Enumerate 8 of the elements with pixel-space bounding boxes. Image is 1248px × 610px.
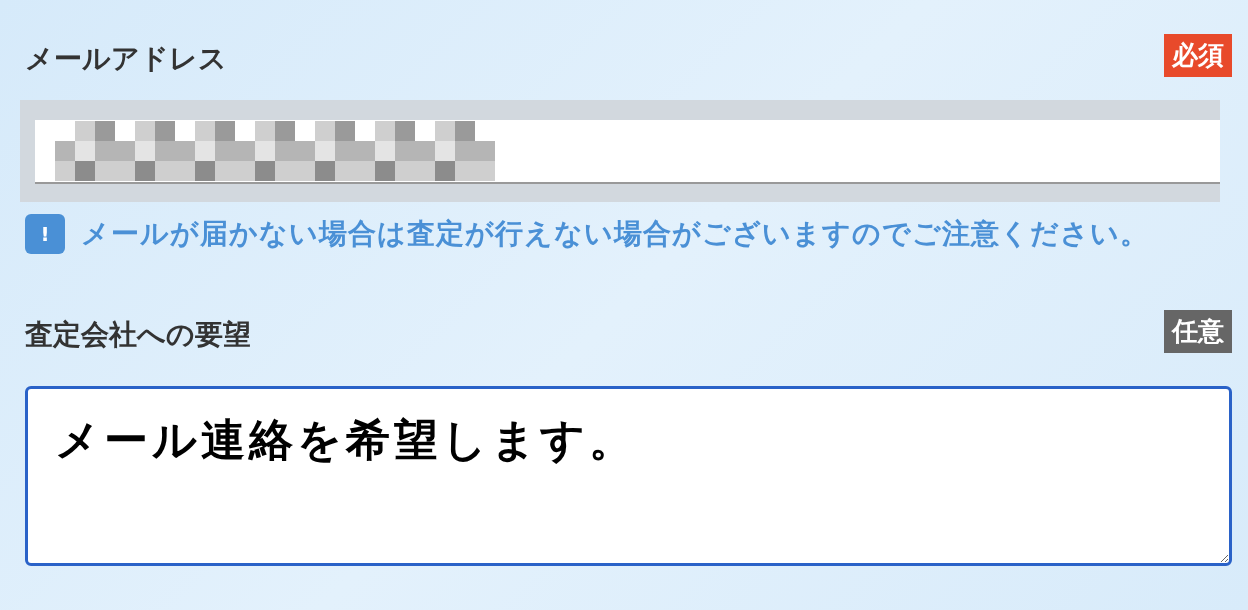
field-label: 査定会社への要望 bbox=[25, 317, 251, 353]
notice-text: メールが届かない場合は査定が行えない場合がございますのでご注意ください。 bbox=[81, 216, 1149, 252]
info-icon: ! bbox=[25, 214, 65, 254]
email-field[interactable] bbox=[35, 120, 1220, 184]
request-field[interactable]: メール連絡を希望します。 bbox=[25, 386, 1232, 566]
required-badge: 必須 bbox=[1164, 33, 1232, 77]
field-label: メールアドレス bbox=[25, 41, 227, 77]
optional-badge: 任意 bbox=[1164, 309, 1232, 353]
